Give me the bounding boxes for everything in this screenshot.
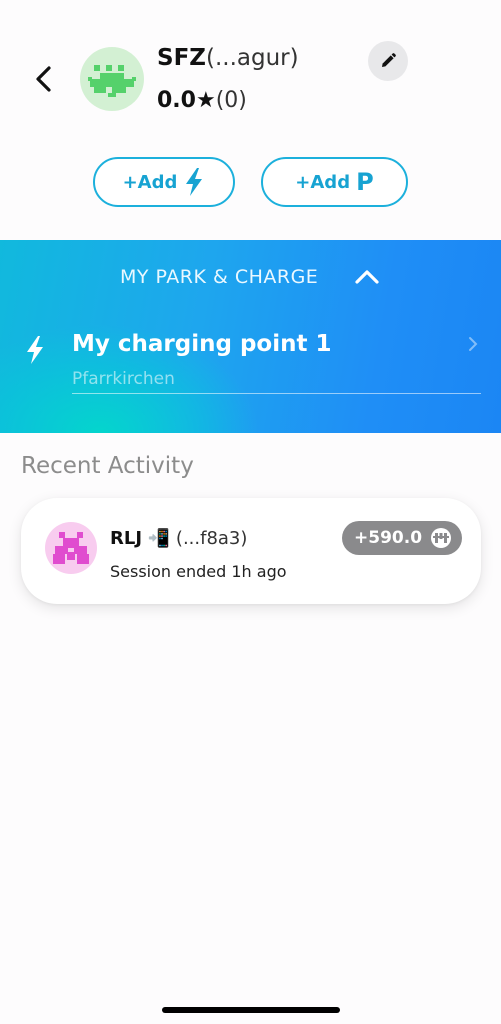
collapse-panel-button[interactable] (352, 264, 382, 290)
add-park-label: +Add (295, 171, 351, 193)
parking-icon: P (356, 168, 374, 196)
amount-badge: +590.0 (342, 521, 463, 555)
park-and-charge-panel: MY PARK & CHARGE My charging point 1 Pfa… (0, 240, 501, 433)
home-indicator[interactable] (162, 1007, 340, 1013)
lightning-icon (27, 336, 43, 364)
profile-address: (...agur) (205, 45, 299, 71)
rating-value: 0.0★ (157, 88, 216, 113)
add-parking-button[interactable]: +Add P (261, 157, 408, 207)
profile-short-name: SFZ (157, 45, 206, 71)
profile-header: SFZ(...agur) 0.0★(0) (0, 0, 501, 150)
pencil-icon (382, 53, 396, 67)
edit-profile-button[interactable] (368, 41, 408, 81)
token-coin-icon (431, 528, 452, 548)
chevron-left-icon (36, 66, 51, 92)
add-charging-point-button[interactable]: +Add (93, 157, 235, 207)
activity-status: Session ended 1h ago (110, 562, 287, 581)
charging-point-name: My charging point 1 (72, 331, 332, 357)
activity-card[interactable]: RLJ 📲 (...f8a3) Session ended 1h ago +59… (21, 498, 481, 604)
amount-value: +590.0 (354, 528, 423, 548)
activity-username: RLJ (110, 528, 143, 549)
charging-point-item[interactable]: My charging point 1 Pfarrkirchen (0, 326, 501, 396)
activity-address: (...f8a3) (175, 528, 248, 549)
activity-user: RLJ 📲 (...f8a3) (110, 528, 247, 549)
profile-rating: 0.0★(0) (157, 88, 247, 113)
profile-name: SFZ(...agur) (157, 45, 299, 71)
rating-count: (0) (215, 88, 247, 113)
avatar (45, 522, 97, 574)
charging-point-location: Pfarrkirchen (72, 369, 175, 389)
chevron-up-icon (355, 270, 379, 284)
divider (72, 393, 481, 394)
pixel-avatar-icon (88, 65, 136, 97)
panel-title: MY PARK & CHARGE (120, 266, 319, 288)
chevron-right-icon (469, 337, 478, 351)
avatar (80, 47, 144, 111)
pixel-avatar-icon (53, 532, 89, 564)
phone-emoji-icon: 📲 (147, 528, 171, 549)
back-button[interactable] (28, 62, 58, 96)
add-charge-label: +Add (122, 171, 178, 193)
recent-activity-title: Recent Activity (21, 453, 194, 479)
lightning-icon (186, 168, 203, 196)
